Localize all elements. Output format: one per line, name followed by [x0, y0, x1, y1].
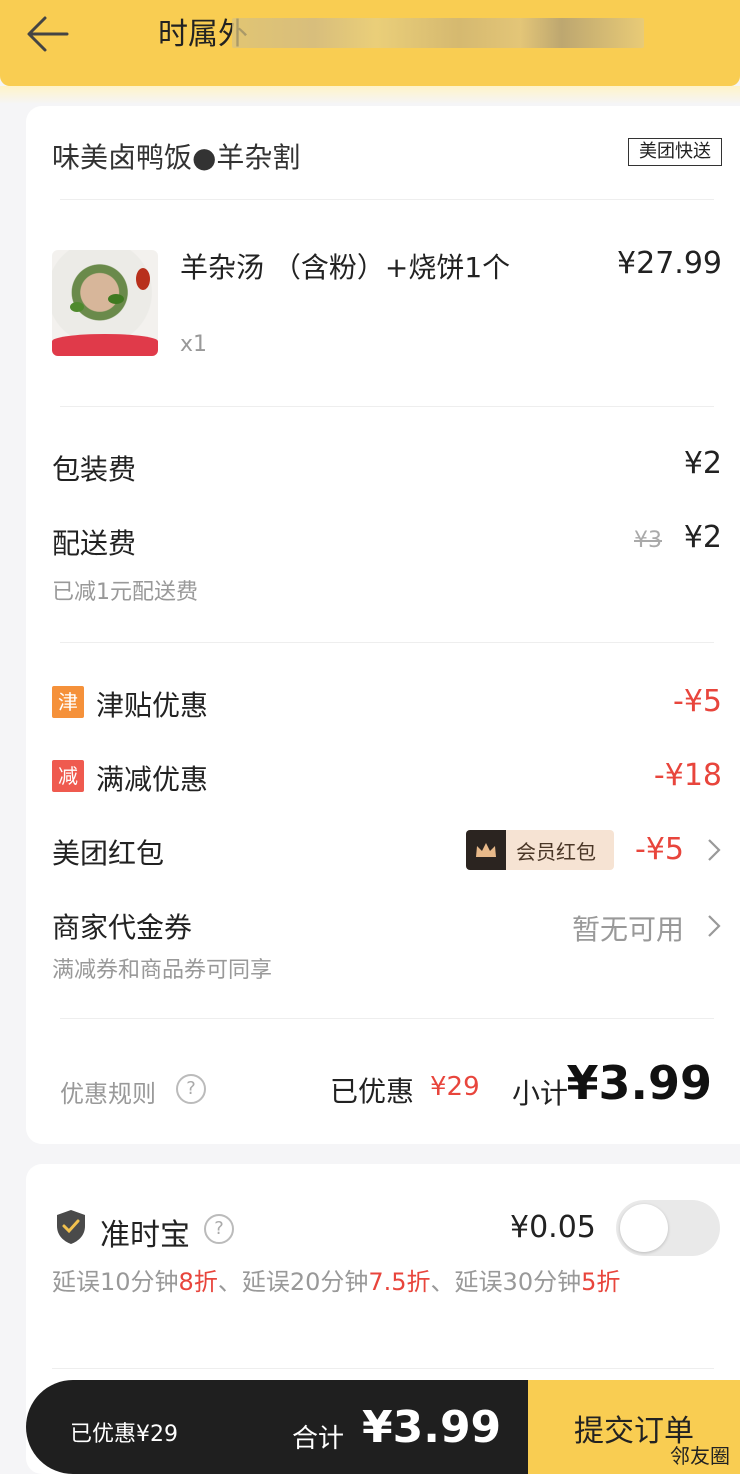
packing-fee-label: 包装费 — [52, 453, 137, 486]
blurred-title-text — [232, 18, 644, 48]
order-card: 味美卤鸭饭●羊杂割 美团快送 羊杂汤 （含粉）+烧饼1个 x1 ¥27.99 包… — [26, 106, 740, 1144]
discount-badge: 减 — [52, 760, 84, 792]
checkout-summary: 已优惠¥29 合计 ¥3.99 — [26, 1380, 528, 1474]
voucher-label[interactable]: 商家代金券 — [52, 906, 192, 946]
product-image[interactable] — [52, 250, 158, 356]
subsidy-badge: 津 — [52, 686, 84, 718]
insurance-desc-highlight: 5折 — [581, 1268, 621, 1296]
crown-icon — [466, 830, 506, 870]
delivery-fee-label: 配送费 — [52, 527, 137, 560]
back-button[interactable] — [22, 12, 72, 56]
divider — [60, 199, 714, 200]
chevron-right-icon[interactable] — [704, 836, 724, 864]
chili-shape — [136, 268, 150, 290]
back-arrow-icon — [27, 16, 69, 52]
product-qty: x1 — [180, 332, 208, 357]
vip-tag-label: 会员红包 — [516, 839, 596, 864]
help-icon[interactable]: ? — [204, 1214, 234, 1244]
garnish-shape — [70, 302, 84, 312]
voucher-value[interactable]: 暂无可用 — [572, 908, 684, 948]
product-price: ¥27.99 — [617, 246, 722, 281]
shop-name[interactable]: 味美卤鸭饭●羊杂割 — [52, 136, 300, 176]
delivery-fee-value: ¥2 — [683, 520, 722, 555]
subsidy-label: 津贴优惠 — [96, 689, 209, 722]
header-shadow — [0, 86, 740, 104]
redpacket-value[interactable]: -¥5 — [635, 832, 684, 867]
watermark: 邻友圈 — [670, 1444, 730, 1468]
chevron-right-icon[interactable] — [704, 912, 724, 940]
header: 时属外 — [0, 0, 740, 86]
packing-fee-value: ¥2 — [683, 446, 722, 481]
discount-label: 满减优惠 — [96, 763, 209, 796]
insurance-description: 延误10分钟8折、延误20分钟7.5折、延误30分钟5折 — [52, 1264, 632, 1300]
subtotal-amount: ¥3.99 — [566, 1056, 712, 1110]
total-amount: ¥3.99 — [362, 1402, 502, 1453]
total-label: 合计 — [292, 1424, 345, 1454]
help-icon[interactable]: ? — [176, 1074, 206, 1104]
divider — [60, 642, 714, 643]
delivery-fee-original: ¥3 — [634, 528, 662, 553]
insurance-label: 准时宝 — [100, 1218, 190, 1253]
insurance-toggle[interactable] — [616, 1200, 720, 1256]
insurance-desc-highlight: 7.5折 — [368, 1268, 431, 1296]
insurance-desc-text: 、延误30分钟 — [430, 1268, 582, 1296]
voucher-sub: 满减券和商品券可同享 — [52, 958, 273, 983]
toggle-knob — [620, 1204, 668, 1252]
insurance-desc-highlight: 8折 — [178, 1268, 218, 1296]
delivery-fee-note: 已减1元配送费 — [52, 580, 198, 605]
divider — [60, 406, 714, 407]
insurance-desc-text: 延误10分钟 — [52, 1268, 179, 1296]
image-band — [52, 334, 158, 356]
discount-rules-link[interactable]: 优惠规则 — [60, 1074, 156, 1109]
redpacket-label[interactable]: 美团红包 — [52, 832, 164, 872]
divider — [60, 1018, 714, 1019]
shield-check-icon — [57, 1210, 85, 1244]
insurance-price: ¥0.05 — [510, 1210, 596, 1245]
discount-value: -¥18 — [653, 758, 722, 793]
vip-redpacket-tag[interactable]: 会员红包 — [466, 830, 614, 870]
checkout-bar: 已优惠¥29 合计 ¥3.99 提交订单 — [26, 1380, 740, 1474]
divider — [52, 1368, 714, 1369]
product-name: 羊杂汤 （含粉）+烧饼1个 — [180, 251, 511, 284]
garnish-shape — [108, 294, 124, 304]
delivery-tag: 美团快送 — [628, 138, 722, 166]
bottom-saved: 已优惠¥29 — [70, 1422, 178, 1447]
saved-label: 已优惠 — [330, 1075, 415, 1108]
saved-amount: ¥29 — [430, 1072, 480, 1102]
subtotal-label: 小计 — [512, 1077, 569, 1110]
insurance-desc-text: 、延误20分钟 — [217, 1268, 369, 1296]
subsidy-value: -¥5 — [673, 684, 722, 719]
